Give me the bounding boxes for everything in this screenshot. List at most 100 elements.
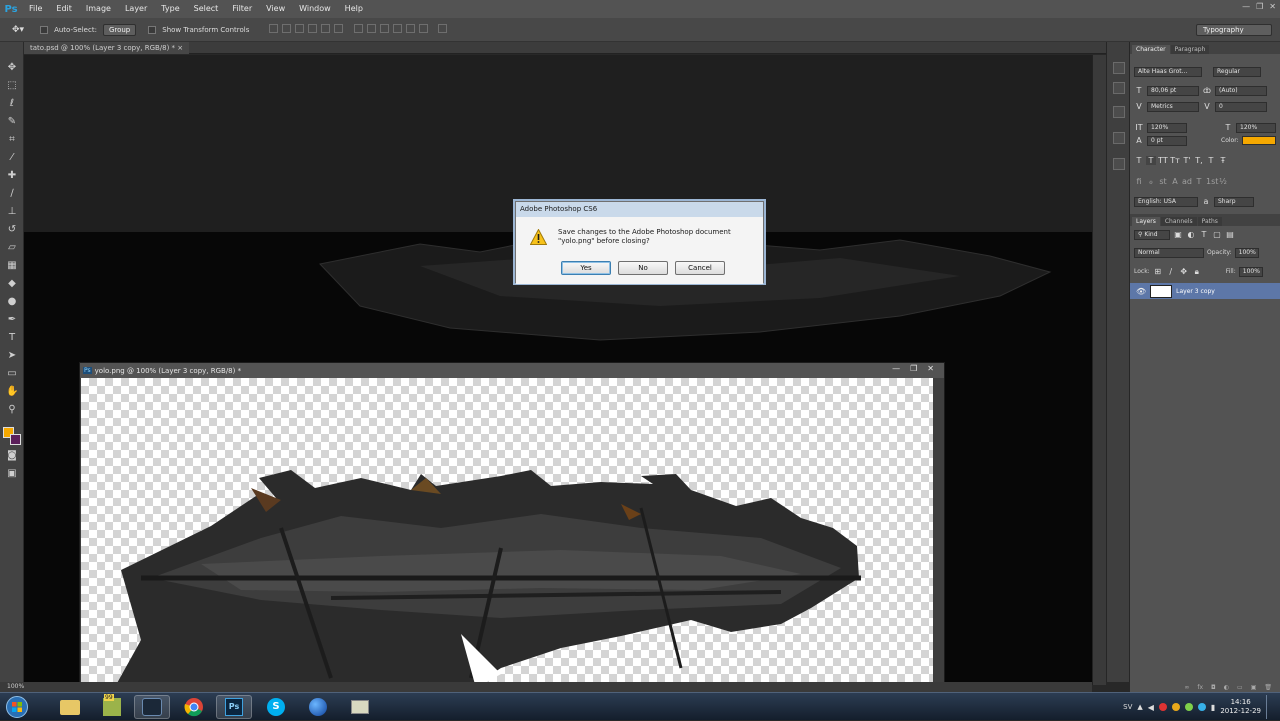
fx-icon[interactable]: fx (1197, 684, 1203, 692)
menu-image[interactable]: Image (79, 0, 118, 18)
distribute-left-icon[interactable] (392, 24, 402, 33)
tab-tato-psd[interactable]: tato.psd @ 100% (Layer 3 copy, RGB/8) * … (24, 42, 190, 54)
chrome-taskbar-icon[interactable] (176, 695, 212, 719)
document-scrollbar[interactable] (933, 378, 944, 694)
lock-image-icon[interactable]: ∕ (1166, 267, 1176, 276)
menu-select[interactable]: Select (187, 0, 226, 18)
lock-transparent-icon[interactable]: ⊞ (1153, 267, 1163, 276)
filter-pixel-icon[interactable]: ▣ (1173, 230, 1183, 239)
styles-panel-icon[interactable] (1113, 158, 1125, 170)
network-icon[interactable]: ▮ (1211, 703, 1215, 712)
steam-taskbar-icon[interactable] (134, 695, 170, 719)
healing-tool-icon[interactable]: ✚ (6, 170, 18, 182)
document-canvas[interactable] (81, 378, 933, 694)
tray-app3-icon[interactable] (1184, 703, 1193, 711)
distribute-bottom-icon[interactable] (379, 24, 389, 33)
doc-maximize-button[interactable]: ❐ (910, 364, 917, 373)
swash-button[interactable]: A (1170, 177, 1180, 186)
baseline-shift-field[interactable]: 0 pt (1147, 135, 1187, 146)
type-tool-icon[interactable]: T (6, 332, 18, 344)
tray-app4-icon[interactable] (1197, 703, 1206, 711)
menu-help[interactable]: Help (338, 0, 370, 18)
doc-minimize-button[interactable]: — (892, 364, 900, 373)
marquee-tool-icon[interactable]: ⬚ (6, 80, 18, 92)
explorer-taskbar-icon[interactable] (52, 695, 88, 719)
strikethrough-button[interactable]: Ŧ (1218, 156, 1228, 165)
text-color-swatch[interactable] (1241, 136, 1276, 145)
eye-icon[interactable]: 👁︎ (1136, 287, 1146, 296)
auto-align-icon[interactable] (438, 24, 448, 33)
screen-mode-icon[interactable]: ▣ (6, 468, 18, 480)
distribute-hcenter-icon[interactable] (405, 24, 415, 33)
history-panel-icon[interactable] (1113, 62, 1125, 74)
eyedropper-tool-icon[interactable]: ⁄ (6, 152, 18, 164)
horizontal-scale-field[interactable]: 120% (1236, 122, 1276, 133)
superscript-button[interactable]: T' (1182, 156, 1192, 165)
show-desktop-button[interactable] (1266, 695, 1274, 719)
menu-file[interactable]: File (22, 0, 49, 18)
link-layers-icon[interactable]: ∞ (1184, 684, 1189, 692)
utility-taskbar-icon[interactable]: 99 (94, 694, 130, 719)
faux-italic-button[interactable]: T (1146, 156, 1156, 165)
volume-icon[interactable]: ◀ (1148, 703, 1154, 712)
history-brush-tool-icon[interactable]: ↺ (6, 224, 18, 236)
tab-channels[interactable]: Channels (1160, 217, 1197, 226)
globe-taskbar-icon[interactable] (300, 695, 336, 719)
dodge-tool-icon[interactable]: ● (6, 296, 18, 308)
align-top-icon[interactable] (269, 24, 279, 33)
info-panel-icon[interactable] (1113, 106, 1125, 118)
align-vcenter-icon[interactable] (282, 24, 292, 33)
shape-tool-icon[interactable]: ▭ (6, 368, 18, 380)
distribute-vcenter-icon[interactable] (366, 24, 376, 33)
move-tool-icon[interactable]: ✥ (6, 62, 18, 74)
fill-field[interactable]: 100% (1238, 266, 1263, 277)
move-tool-preset-icon[interactable]: ✥▾ (12, 25, 24, 35)
filter-shape-icon[interactable]: ▢ (1212, 230, 1222, 239)
minimize-button[interactable]: — (1242, 2, 1250, 11)
app-taskbar-icon[interactable] (342, 695, 378, 719)
old-style-button[interactable]: ℴ (1146, 177, 1156, 186)
all-caps-button[interactable]: TT (1158, 156, 1168, 165)
hand-tool-icon[interactable]: ✋ (6, 386, 18, 398)
quick-select-tool-icon[interactable]: ✎ (6, 116, 18, 128)
mask-icon[interactable]: ◘ (1211, 684, 1216, 692)
underline-button[interactable]: T (1206, 156, 1216, 165)
auto-select-dropdown[interactable]: Group (102, 23, 137, 36)
faux-bold-button[interactable]: T (1134, 156, 1144, 165)
ligatures-button[interactable]: ﬁ (1134, 177, 1144, 186)
small-caps-button[interactable]: Tт (1170, 156, 1180, 165)
subscript-button[interactable]: T, (1194, 156, 1204, 165)
restore-button[interactable]: ❐ (1256, 2, 1263, 11)
tray-app-icon[interactable] (1158, 703, 1167, 711)
workspace-switcher[interactable]: Typography (1196, 24, 1272, 36)
align-left-icon[interactable] (308, 24, 318, 33)
eraser-tool-icon[interactable]: ▱ (6, 242, 18, 254)
quick-mask-icon[interactable]: ◙ (6, 450, 18, 462)
ordinals-button[interactable]: 1st (1206, 177, 1218, 186)
language-dropdown[interactable]: English: USA (1134, 196, 1198, 207)
distribute-right-icon[interactable] (418, 24, 428, 33)
menu-view[interactable]: View (259, 0, 292, 18)
layer-row[interactable]: 👁︎ Layer 3 copy (1130, 283, 1280, 299)
align-right-icon[interactable] (334, 24, 344, 33)
font-size-field[interactable]: 80,06 pt (1147, 85, 1199, 96)
align-hcenter-icon[interactable] (321, 24, 331, 33)
font-family-dropdown[interactable]: Alte Haas Grot... (1134, 66, 1202, 77)
layer-filter-dropdown[interactable]: ⚲ Kind (1134, 229, 1170, 240)
crop-tool-icon[interactable]: ⌗ (6, 134, 18, 146)
close-button[interactable]: ✕ (1269, 2, 1276, 11)
new-layer-icon[interactable]: ▣ (1251, 684, 1257, 692)
properties-panel-icon[interactable] (1113, 82, 1125, 94)
kerning-field[interactable]: Metrics (1147, 101, 1199, 112)
background-color-swatch[interactable] (10, 434, 21, 445)
lock-all-icon[interactable]: 🔒︎ (1192, 267, 1202, 277)
tray-app2-icon[interactable] (1171, 703, 1180, 711)
clock[interactable]: 14:16 2012-12-29 (1220, 698, 1261, 716)
menu-window[interactable]: Window (292, 0, 338, 18)
filter-smart-icon[interactable]: ▤ (1225, 230, 1235, 239)
language-indicator[interactable]: SV (1123, 703, 1132, 711)
auto-select-checkbox[interactable] (40, 25, 49, 34)
tab-character[interactable]: Character (1132, 45, 1170, 54)
pen-tool-icon[interactable]: ✒ (6, 314, 18, 326)
start-button[interactable] (2, 695, 32, 719)
